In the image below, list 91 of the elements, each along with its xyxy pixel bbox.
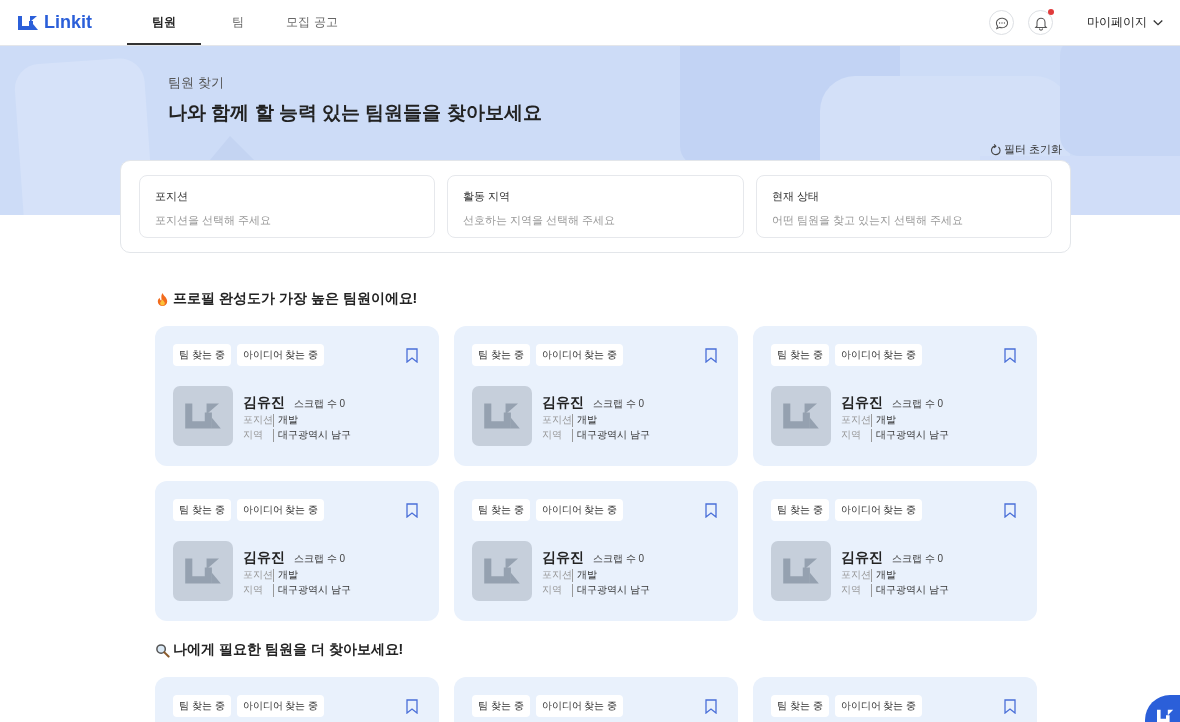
bookmark-icon[interactable] <box>704 502 718 518</box>
page-subtitle: 팀원 찾기 <box>168 74 225 92</box>
field-value: 대구광역시 남구 <box>572 584 650 597</box>
bookmark-icon[interactable] <box>405 347 419 363</box>
status-tag: 팀 찾는 중 <box>173 695 231 717</box>
field-label: 포지션 <box>542 414 572 427</box>
scrap-count: 스크랩 수 0 <box>294 552 346 566</box>
nav-tab[interactable]: 팀 <box>201 0 275 45</box>
field-value: 대구광역시 남구 <box>273 429 351 442</box>
message-button[interactable] <box>989 10 1014 35</box>
logo-icon <box>16 13 40 32</box>
logo-button[interactable] <box>1145 695 1180 722</box>
status-tag: 팀 찾는 중 <box>173 499 231 521</box>
member-name: 김유진 <box>841 394 883 412</box>
field-value: 대구광역시 남구 <box>273 584 351 597</box>
scrap-count: 스크랩 수 0 <box>294 397 346 411</box>
bookmark-icon[interactable] <box>405 698 419 714</box>
bookmark-icon[interactable] <box>405 502 419 518</box>
member-card[interactable]: 팀 찾는 중 아이디어 찾는 중 <box>753 677 1037 722</box>
field-label: 포지션 <box>243 569 273 582</box>
field-value: 개발 <box>273 569 298 582</box>
bookmark-icon[interactable] <box>704 698 718 714</box>
status-tag: 팀 찾는 중 <box>771 344 829 366</box>
scrap-count: 스크랩 수 0 <box>892 552 944 566</box>
field-value: 대구광역시 남구 <box>871 584 949 597</box>
member-card[interactable]: 팀 찾는 중 아이디어 찾는 중 김유진 스크랩 수 0 포지션 개발 지역 대구광역시 남구 <box>753 481 1037 621</box>
filter-dropdown[interactable]: 포지션 포지션을 선택해 주세요 <box>139 175 436 238</box>
scrap-count: 스크랩 수 0 <box>593 552 645 566</box>
member-card[interactable]: 팀 찾는 중 아이디어 찾는 중 김유진 스크랩 수 0 포지션 개발 지역 대구광역시 남구 <box>454 481 738 621</box>
member-name: 김유진 <box>841 549 883 567</box>
bookmark-icon[interactable] <box>704 347 718 363</box>
member-name: 김유진 <box>542 549 584 567</box>
field-label: 포지션 <box>542 569 572 582</box>
member-name: 김유진 <box>243 394 285 412</box>
field-label: 포지션 <box>841 414 871 427</box>
field-label: 지역 <box>243 429 264 442</box>
page-title: 나와 함께 할 능력 있는 팀원들을 찾아보세요 <box>168 101 543 125</box>
bookmark-icon[interactable] <box>1003 698 1017 714</box>
status-tag: 팀 찾는 중 <box>771 695 829 717</box>
status-tag: 아이디어 찾는 중 <box>236 695 325 717</box>
field-value: 개발 <box>273 414 298 427</box>
member-name: 김유진 <box>542 394 584 412</box>
status-tag: 팀 찾는 중 <box>771 499 829 521</box>
field-label: 지역 <box>542 584 563 597</box>
filter-dropdown[interactable]: 활동 지역 선호하는 지역을 선택해 주세요 <box>447 175 744 238</box>
field-label: 지역 <box>841 584 862 597</box>
field-label: 지역 <box>243 584 264 597</box>
field-label: 지역 <box>542 429 563 442</box>
field-label: 지역 <box>841 429 862 442</box>
status-tag: 아이디어 찾는 중 <box>535 695 624 717</box>
scrap-count: 스크랩 수 0 <box>593 397 645 411</box>
member-card[interactable]: 팀 찾는 중 아이디어 찾는 중 김유진 스크랩 수 0 포지션 개발 지역 대구광역시 남구 <box>753 326 1037 466</box>
status-tag: 팀 찾는 중 <box>472 695 530 717</box>
status-tag: 아이디어 찾는 중 <box>535 344 624 366</box>
field-value: 개발 <box>572 569 597 582</box>
status-tag: 팀 찾는 중 <box>173 344 231 366</box>
search-icon <box>155 642 170 658</box>
scrap-count: 스크랩 수 0 <box>892 397 944 411</box>
member-card[interactable]: 팀 찾는 중 아이디어 찾는 중 <box>155 677 439 722</box>
notification-button[interactable] <box>1028 10 1053 35</box>
refresh-icon <box>988 143 1001 156</box>
status-tag: 팀 찾는 중 <box>472 344 530 366</box>
filter-dropdown[interactable]: 현재 상태 어떤 팀원을 찾고 있는지 선택해 주세요 <box>755 175 1052 238</box>
status-tag: 아이디어 찾는 중 <box>236 344 325 366</box>
fire-icon <box>155 291 170 307</box>
field-value: 개발 <box>871 569 896 582</box>
bookmark-icon[interactable] <box>1003 347 1017 363</box>
status-tag: 아이디어 찾는 중 <box>834 499 923 521</box>
section-heading: 나에게 필요한 팀원을 더 찾아보세요! <box>173 641 404 659</box>
nav-tab[interactable]: 모집 공고 <box>275 0 349 45</box>
status-tag: 팀 찾는 중 <box>472 499 530 521</box>
member-card[interactable]: 팀 찾는 중 아이디어 찾는 중 김유진 스크랩 수 0 포지션 개발 지역 대구광역시 남구 <box>454 326 738 466</box>
status-tag: 아이디어 찾는 중 <box>834 344 923 366</box>
logo-text: Linkit <box>44 12 92 33</box>
field-label: 포지션 <box>841 569 871 582</box>
field-value: 대구광역시 남구 <box>572 429 650 442</box>
field-value: 개발 <box>572 414 597 427</box>
member-card[interactable]: 팀 찾는 중 아이디어 찾는 중 <box>454 677 738 722</box>
status-tag: 아이디어 찾는 중 <box>236 499 325 521</box>
reset-filter-button[interactable]: 필터 초기화 <box>988 142 1062 157</box>
field-value: 대구광역시 남구 <box>871 429 949 442</box>
bookmark-icon[interactable] <box>1003 502 1017 518</box>
member-card[interactable]: 팀 찾는 중 아이디어 찾는 중 김유진 스크랩 수 0 포지션 개발 지역 대구광역시 남구 <box>155 481 439 621</box>
member-card[interactable]: 팀 찾는 중 아이디어 찾는 중 김유진 스크랩 수 0 포지션 개발 지역 대구광역시 남구 <box>155 326 439 466</box>
status-tag: 아이디어 찾는 중 <box>834 695 923 717</box>
member-name: 김유진 <box>243 549 285 567</box>
mypage-menu[interactable]: 마이페이지 <box>1087 14 1164 31</box>
section-heading: 프로필 완성도가 가장 높은 팀원이에요! <box>173 290 418 308</box>
field-value: 개발 <box>871 414 896 427</box>
field-label: 포지션 <box>243 414 273 427</box>
status-tag: 아이디어 찾는 중 <box>535 499 624 521</box>
